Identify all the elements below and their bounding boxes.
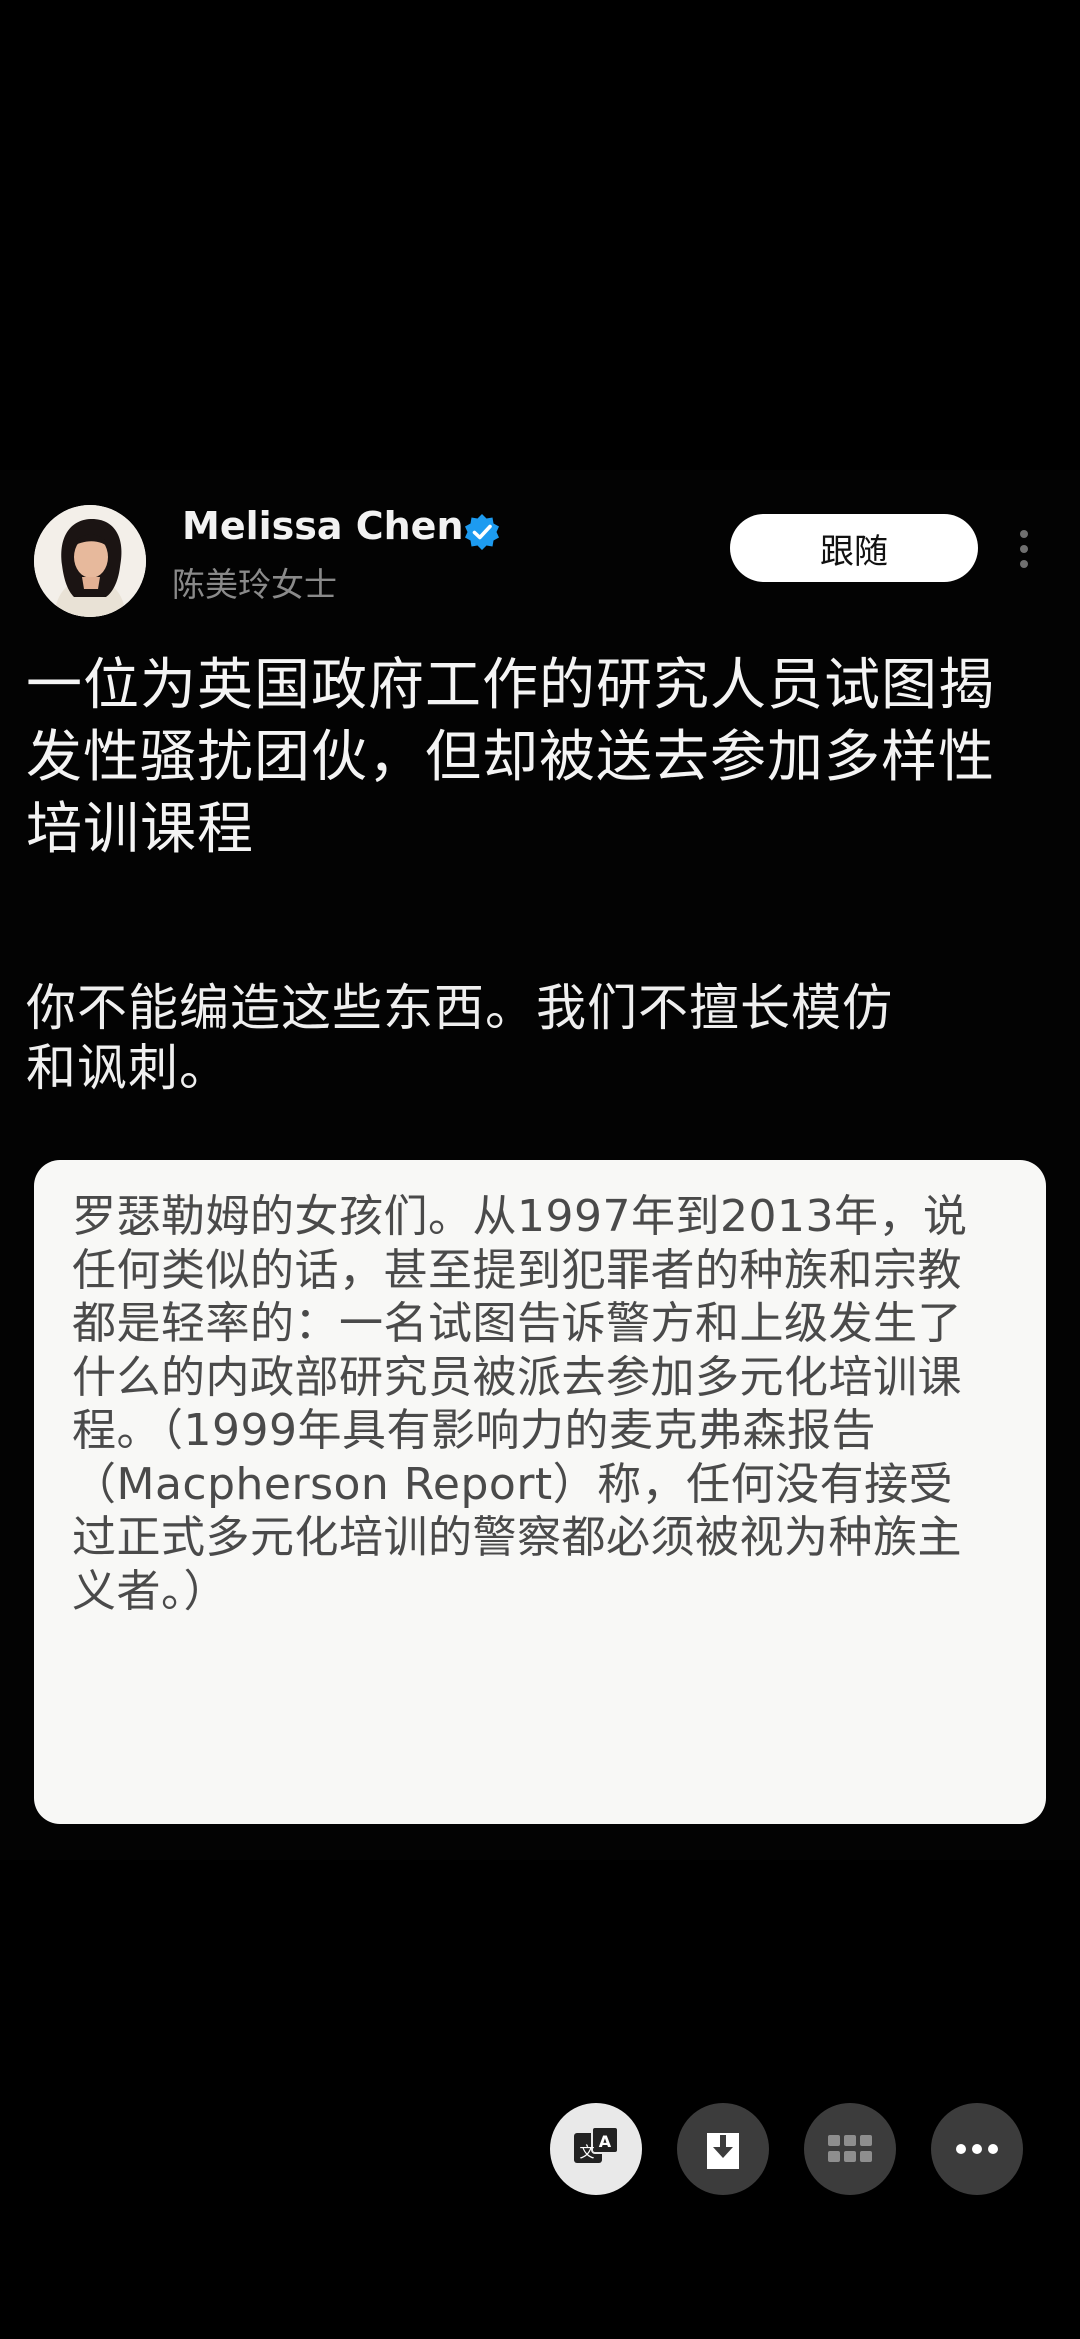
quoted-text: 罗瑟勒姆的女孩们。从1997年到2013年，说任何类似的话，甚至提到犯罪者的种族… [72, 1191, 968, 1617]
author-name[interactable]: Melissa Chen [182, 504, 464, 548]
svg-text:文: 文 [579, 2143, 594, 2161]
author-handle: 陈美玲女士 [172, 565, 337, 604]
download-button[interactable] [677, 2103, 769, 2195]
more-horizontal-icon [956, 2144, 998, 2154]
grid-button[interactable] [804, 2103, 896, 2195]
verified-badge-icon [462, 512, 502, 552]
post-headline: 一位为英国政府工作的研究人员试图揭发性骚扰团伙，但却被送去参加多样性培训课程 [26, 653, 995, 862]
author-avatar[interactable] [34, 505, 146, 617]
translate-button[interactable]: A 文 [550, 2103, 642, 2195]
grid-icon [828, 2135, 872, 2162]
svg-text:A: A [599, 2132, 612, 2151]
download-icon [707, 2133, 739, 2169]
follow-button[interactable]: 跟随 [730, 514, 978, 582]
post-subtext: 你不能编造这些东西。我们不擅长模仿和讽刺。 [26, 979, 893, 1097]
more-options-button[interactable] [931, 2103, 1023, 2195]
more-vertical-icon[interactable] [1012, 526, 1036, 572]
avatar-image [34, 505, 146, 617]
translate-icon: A 文 [574, 2126, 619, 2163]
